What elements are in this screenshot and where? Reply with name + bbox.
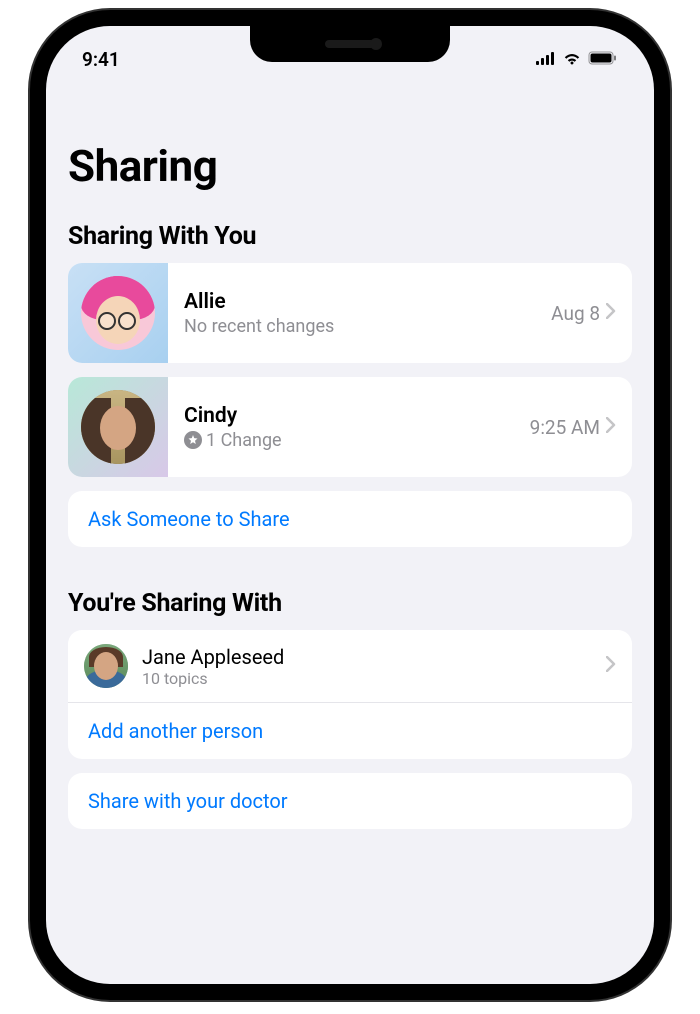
person-name: Jane Appleseed: [142, 645, 606, 669]
person-row-jane[interactable]: Jane Appleseed 10 topics: [68, 630, 632, 703]
person-meta: 9:25 AM: [530, 416, 600, 439]
add-another-person-button[interactable]: Add another person: [68, 703, 632, 759]
youre-sharing-card: Jane Appleseed 10 topics Add another per…: [68, 630, 632, 759]
cellular-icon: [536, 50, 556, 69]
person-subtitle: No recent changes: [184, 316, 551, 337]
person-subtitle: 1 Change: [184, 430, 530, 451]
battery-icon: [588, 50, 618, 69]
person-name: Allie: [184, 290, 551, 314]
section-sharing-with-you-title: Sharing With You: [68, 222, 632, 251]
avatar-cindy: [68, 377, 168, 477]
person-meta: Aug 8: [551, 302, 600, 325]
wifi-icon: [562, 50, 582, 69]
chevron-right-icon: [606, 417, 616, 437]
status-icons: [536, 50, 618, 69]
person-card-cindy[interactable]: Cindy 1 Change 9:25 AM: [68, 377, 632, 477]
person-card-allie[interactable]: Allie No recent changes Aug 8: [68, 263, 632, 363]
avatar-jane: [84, 644, 128, 688]
share-with-doctor-button[interactable]: Share with your doctor: [68, 773, 632, 829]
star-badge-icon: [184, 431, 202, 449]
chevron-right-icon: [606, 656, 616, 676]
screen: 9:41 Sharing Sharing With You: [46, 26, 654, 984]
person-name: Cindy: [184, 404, 530, 428]
avatar-allie: [68, 263, 168, 363]
section-youre-sharing-with-title: You're Sharing With: [68, 589, 632, 618]
content: Sharing Sharing With You Allie No: [46, 80, 654, 829]
ask-someone-button[interactable]: Ask Someone to Share: [68, 491, 632, 547]
chevron-right-icon: [606, 303, 616, 323]
page-title: Sharing: [68, 140, 632, 192]
person-subtitle: 10 topics: [142, 669, 606, 688]
notch: [250, 26, 450, 62]
status-time: 9:41: [82, 48, 120, 71]
phone-frame: 9:41 Sharing Sharing With You: [30, 10, 670, 1000]
